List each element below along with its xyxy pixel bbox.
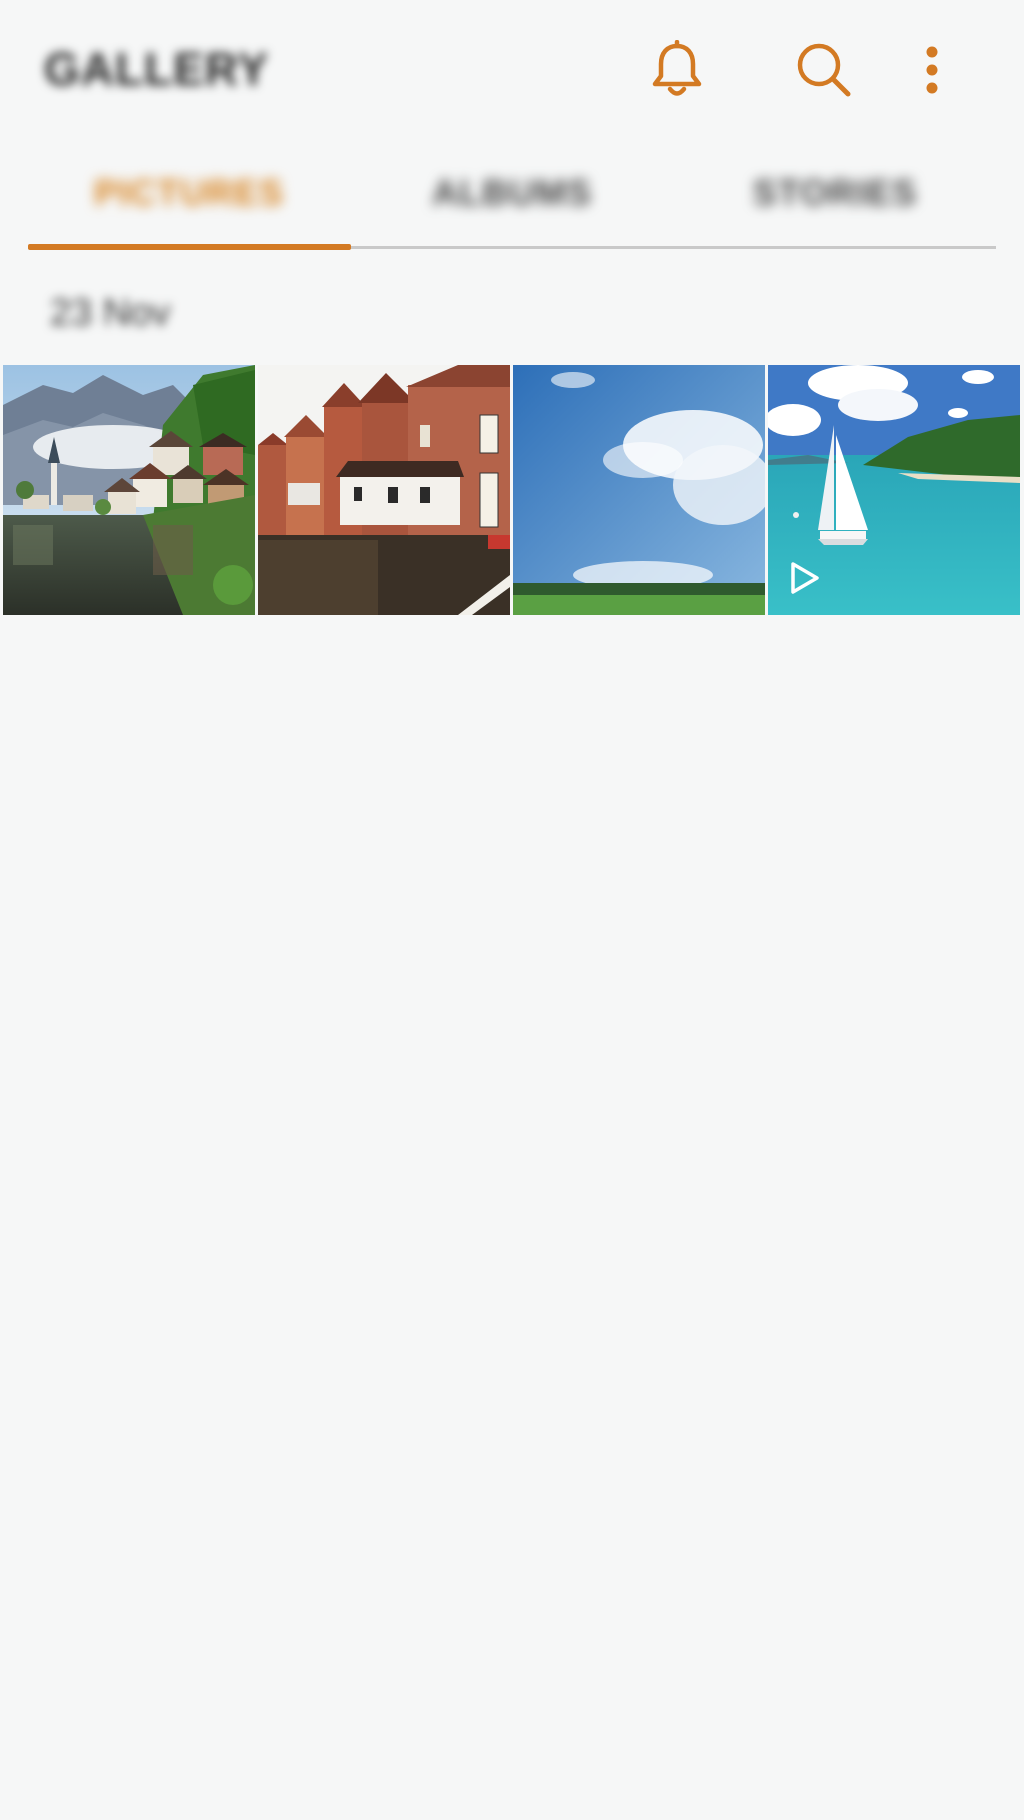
app-title: GALLERY: [44, 43, 270, 95]
tab-bar: PICTURES ALBUMS STORIES: [28, 140, 996, 250]
search-icon: [797, 43, 851, 97]
thumbnail-canal-brick-houses[interactable]: [258, 365, 510, 615]
tab-pictures[interactable]: PICTURES: [28, 140, 350, 246]
bell-icon: [652, 40, 702, 96]
tab-label: ALBUMS: [432, 172, 592, 213]
tab-stories[interactable]: STORIES: [674, 140, 996, 246]
play-icon: [791, 562, 819, 594]
thumbnail-sailboat-tropical-sea[interactable]: [768, 365, 1020, 615]
thumbnail-alpine-lake-village[interactable]: [3, 365, 255, 615]
thumbnail-image: [3, 365, 255, 615]
tab-albums[interactable]: ALBUMS: [351, 140, 673, 246]
notifications-button[interactable]: [645, 38, 709, 102]
app-bar: GALLERY: [0, 0, 1024, 130]
search-button[interactable]: [792, 38, 856, 102]
tab-label: STORIES: [752, 172, 918, 213]
thumbnail-sky-and-meadow[interactable]: [513, 365, 765, 615]
thumbnail-image: [258, 365, 510, 615]
more-vert-icon: [926, 46, 938, 94]
thumbnail-grid: [3, 365, 1021, 615]
date-header: 23 Nov: [50, 292, 171, 334]
tab-indicator: [28, 244, 351, 250]
more-options-button[interactable]: [900, 38, 964, 102]
thumbnail-image: [513, 365, 765, 615]
tab-label: PICTURES: [93, 172, 285, 213]
